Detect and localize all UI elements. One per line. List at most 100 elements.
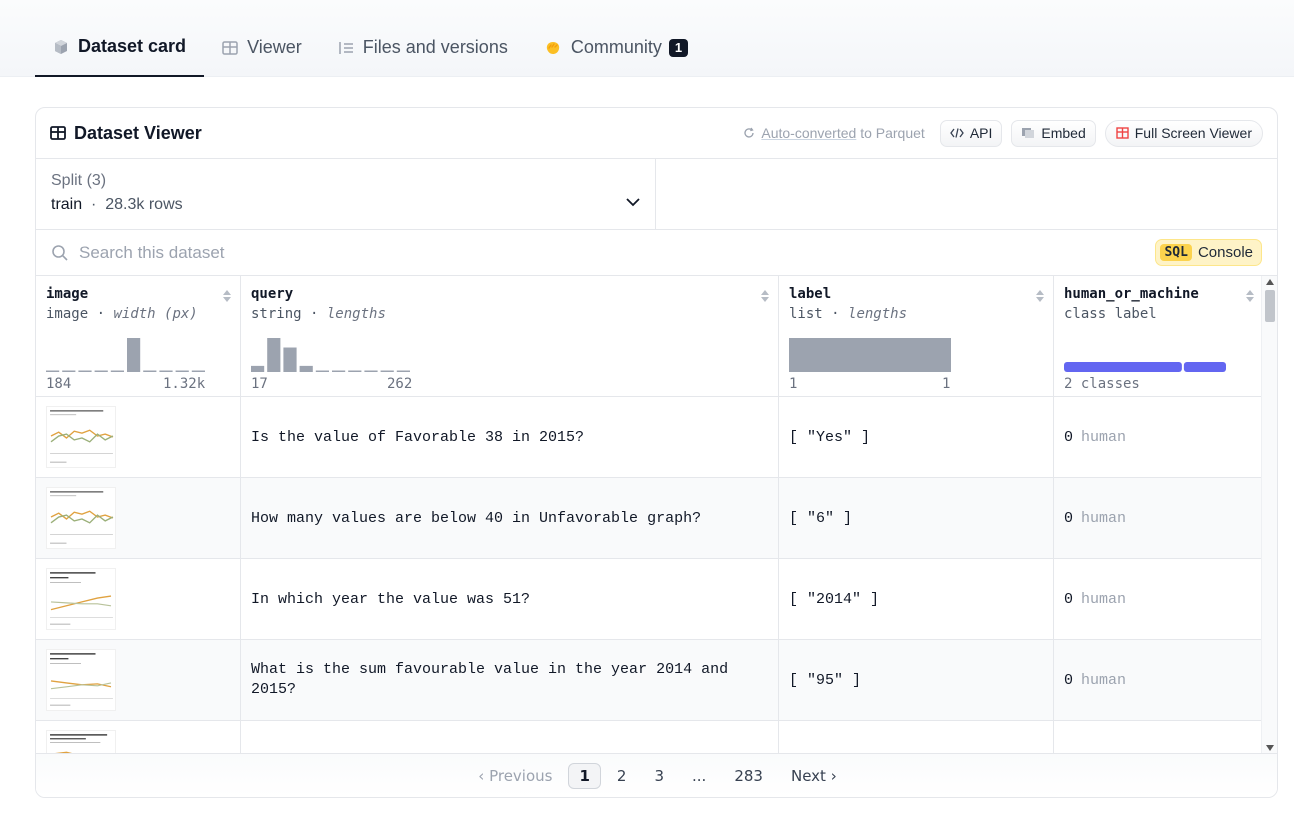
- histogram-bar[interactable]: [110, 370, 124, 373]
- histogram-bar[interactable]: [78, 370, 92, 373]
- query-cell[interactable]: Is the value of Favorable 38 in 2015?: [241, 397, 779, 477]
- image-cell[interactable]: [36, 397, 241, 477]
- page-button-last[interactable]: 283: [722, 763, 775, 789]
- column-header-human-or-machine[interactable]: human_or_machine class label 2 classes: [1054, 276, 1263, 396]
- api-button[interactable]: API: [939, 119, 1003, 147]
- table-scrollbar[interactable]: [1261, 276, 1277, 754]
- page-button-2[interactable]: 2: [605, 763, 639, 789]
- class-cell[interactable]: 0 human: [1054, 478, 1263, 558]
- table-icon: [1116, 127, 1129, 139]
- histogram-bar[interactable]: [46, 370, 60, 373]
- full-screen-viewer-button[interactable]: Full Screen Viewer: [1104, 119, 1263, 147]
- histogram-bar[interactable]: [380, 370, 394, 373]
- label-cell[interactable]: [ "Yes" ]: [779, 397, 1054, 477]
- column-header-image[interactable]: image image · width (px) 184 1.32k: [36, 276, 241, 396]
- split-separator: ·: [91, 196, 97, 213]
- label-cell[interactable]: [ "6" ]: [779, 478, 1054, 558]
- image-cell[interactable]: [36, 640, 241, 720]
- table-row[interactable]: In which year the value was 51? [ "2014"…: [36, 559, 1263, 640]
- label-cell[interactable]: [ "95" ]: [779, 640, 1054, 720]
- data-table: image image · width (px) 184 1.32k query…: [36, 276, 1277, 754]
- query-cell[interactable]: How many values are below 40 in Unfavora…: [241, 478, 779, 558]
- table-row[interactable]: In which year the Mexican governments ca…: [36, 721, 1263, 754]
- column-header-query[interactable]: query string · lengths 17 262: [241, 276, 779, 396]
- histogram-bar[interactable]: [143, 370, 157, 373]
- sort-icon[interactable]: [1245, 289, 1255, 303]
- histogram-bar[interactable]: [267, 338, 281, 372]
- image-cell[interactable]: [36, 478, 241, 558]
- histogram-bar[interactable]: [315, 370, 329, 373]
- class-cell[interactable]: 0 human: [1054, 397, 1263, 477]
- histogram-bar[interactable]: [396, 370, 410, 373]
- histogram-bar[interactable]: [94, 370, 108, 373]
- table-row[interactable]: What is the sum favourable value in the …: [36, 640, 1263, 721]
- previous-page-button[interactable]: ‹ Previous: [466, 763, 564, 789]
- column-name: human_or_machine: [1064, 286, 1199, 302]
- column-type: list · lengths: [789, 306, 908, 322]
- table-body: Is the value of Favorable 38 in 2015? [ …: [36, 397, 1263, 754]
- sort-icon[interactable]: [1035, 289, 1045, 303]
- sql-console-button[interactable]: SQL Console: [1155, 239, 1262, 266]
- histogram-bar[interactable]: [175, 370, 189, 373]
- column-header-label[interactable]: label list · lengths 1 1: [779, 276, 1054, 396]
- chart-thumbnail[interactable]: [46, 649, 116, 711]
- split-value: train · 28.3k rows: [51, 196, 640, 214]
- embed-button[interactable]: Embed: [1011, 119, 1096, 147]
- community-count-badge: 1: [668, 38, 689, 57]
- sort-icon[interactable]: [222, 289, 232, 303]
- tab-viewer[interactable]: Viewer: [204, 18, 320, 77]
- class-cell[interactable]: [1054, 721, 1263, 754]
- chart-thumbnail[interactable]: [46, 568, 116, 630]
- tab-files-and-versions[interactable]: Files and versions: [320, 18, 526, 77]
- sort-icon[interactable]: [760, 289, 770, 303]
- scrollbar-thumb[interactable]: [1265, 290, 1275, 322]
- tab-community[interactable]: Community 1: [526, 18, 706, 77]
- chart-thumbnail[interactable]: [46, 406, 116, 468]
- query-cell[interactable]: In which year the Mexican governments ca…: [241, 721, 779, 754]
- class-share-segment[interactable]: [1183, 362, 1226, 372]
- histogram-bar[interactable]: [332, 370, 346, 373]
- cube-icon: [53, 39, 69, 55]
- class-count-label: 2 classes: [1064, 376, 1140, 392]
- table-row[interactable]: How many values are below 40 in Unfavora…: [36, 478, 1263, 559]
- class-distribution-bar: [1064, 362, 1226, 372]
- page-button-1[interactable]: 1: [568, 762, 601, 789]
- split-selector[interactable]: Split (3) train · 28.3k rows: [36, 159, 656, 229]
- image-cell[interactable]: [36, 559, 241, 639]
- query-cell[interactable]: What is the sum favourable value in the …: [241, 640, 779, 720]
- histogram-bar[interactable]: [191, 370, 205, 373]
- histogram-bar[interactable]: [348, 370, 362, 373]
- auto-converted-link[interactable]: Auto-converted: [761, 125, 856, 141]
- histogram-bar[interactable]: [127, 338, 141, 372]
- histogram-bar[interactable]: [364, 370, 378, 373]
- tab-dataset-card[interactable]: Dataset card: [35, 18, 205, 77]
- label-cell[interactable]: [ "2014" ]: [779, 559, 1054, 639]
- next-page-button[interactable]: Next ›: [779, 763, 849, 789]
- histogram-bar[interactable]: [283, 347, 297, 372]
- community-icon: [544, 40, 562, 56]
- scroll-up-icon[interactable]: [1266, 279, 1274, 285]
- page-ellipsis: ...: [692, 766, 707, 785]
- search-input[interactable]: [79, 242, 979, 263]
- tab-label: Files and versions: [362, 37, 508, 57]
- scroll-down-icon[interactable]: [1266, 745, 1274, 751]
- tab-label: Dataset card: [78, 36, 187, 56]
- histogram-bar[interactable]: [62, 370, 76, 373]
- histogram-bar[interactable]: [789, 338, 951, 372]
- chart-thumbnail[interactable]: [46, 730, 116, 754]
- page-button-3[interactable]: 3: [642, 763, 676, 789]
- histogram-bar[interactable]: [159, 370, 173, 373]
- column-type: string · lengths: [251, 306, 386, 322]
- table-row[interactable]: Is the value of Favorable 38 in 2015? [ …: [36, 397, 1263, 478]
- class-share-segment[interactable]: [1064, 362, 1182, 372]
- search-row: SQL Console: [36, 230, 1277, 276]
- class-cell[interactable]: 0 human: [1054, 559, 1263, 639]
- chart-thumbnail[interactable]: [46, 487, 116, 549]
- histogram-bar[interactable]: [251, 365, 265, 372]
- label-cell[interactable]: [779, 721, 1054, 754]
- histogram-bar[interactable]: [299, 365, 313, 372]
- class-cell[interactable]: 0 human: [1054, 640, 1263, 720]
- query-cell[interactable]: In which year the value was 51?: [241, 559, 779, 639]
- image-cell[interactable]: [36, 721, 241, 754]
- histogram: [251, 338, 410, 373]
